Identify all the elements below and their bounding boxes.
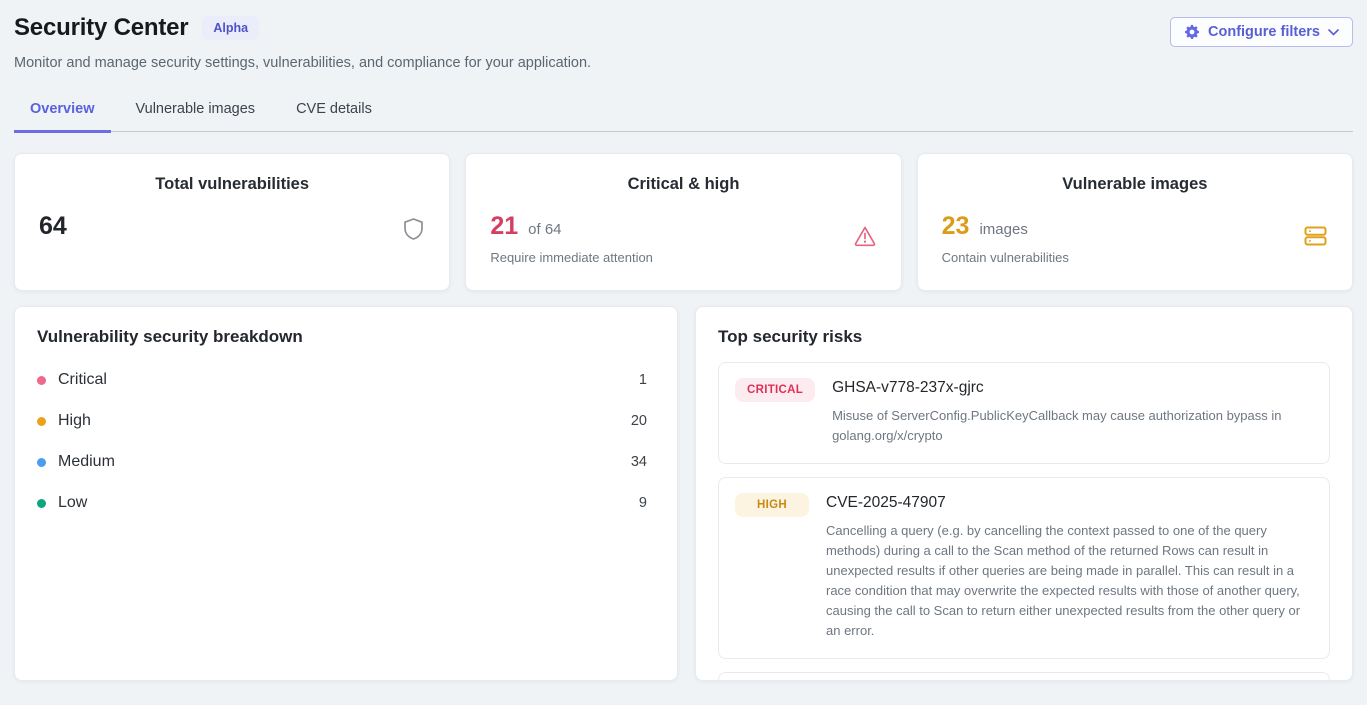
total-vulnerabilities-value: 64 — [39, 212, 67, 241]
configure-filters-button[interactable]: Configure filters — [1170, 17, 1353, 47]
breakdown-value: 20 — [631, 413, 651, 429]
tab-bar: Overview Vulnerable images CVE details — [14, 93, 1353, 132]
stat-value-suffix: of 64 — [528, 221, 561, 238]
vulnerability-breakdown-panel: Vulnerability security breakdown Critica… — [14, 306, 678, 681]
risk-description: Misuse of ServerConfig.PublicKeyCallback… — [832, 406, 1313, 446]
stat-value-suffix: images — [979, 221, 1027, 238]
security-center-page: Security Center Alpha Monitor and manage… — [0, 0, 1367, 681]
lower-panels: Vulnerability security breakdown Critica… — [14, 306, 1353, 681]
stat-card-subtitle: Contain vulnerabilities — [942, 250, 1069, 265]
shield-icon — [402, 217, 425, 246]
risk-item-ghsa-v778[interactable]: CRITICAL GHSA-v778-237x-gjrc Misuse of S… — [718, 362, 1330, 464]
tab-cve-details[interactable]: CVE details — [280, 93, 388, 133]
risk-item-cve-2025-9086[interactable]: HIGH CVE-2025-9086 — [718, 672, 1330, 681]
configure-filters-label: Configure filters — [1208, 24, 1320, 40]
top-risks-panel-title: Top security risks — [718, 327, 1330, 347]
high-dot-icon — [37, 417, 46, 426]
stat-card-row: Total vulnerabilities 64 Critical & high — [14, 153, 1353, 291]
breakdown-label: Low — [58, 494, 639, 512]
chevron-down-icon — [1328, 29, 1339, 36]
breakdown-row-high: High 20 — [37, 404, 655, 438]
medium-dot-icon — [37, 458, 46, 467]
vulnerable-images-value: 23 — [942, 212, 970, 241]
breakdown-label: High — [58, 412, 631, 430]
risk-list: CRITICAL GHSA-v778-237x-gjrc Misuse of S… — [718, 362, 1330, 681]
top-security-risks-panel: Top security risks CRITICAL GHSA-v778-23… — [695, 306, 1353, 681]
risk-id: CVE-2025-47907 — [826, 494, 1313, 512]
critical-dot-icon — [37, 376, 46, 385]
warning-triangle-icon — [853, 224, 877, 253]
stat-card-total-vulnerabilities: Total vulnerabilities 64 — [14, 153, 450, 291]
breakdown-row-medium: Medium 34 — [37, 445, 655, 479]
risk-description: Cancelling a query (e.g. by cancelling t… — [826, 521, 1313, 641]
stat-card-title: Vulnerable images — [942, 175, 1328, 194]
page-subtitle: Monitor and manage security settings, vu… — [14, 55, 591, 71]
tab-overview[interactable]: Overview — [14, 93, 111, 133]
stat-card-title: Total vulnerabilities — [39, 175, 425, 194]
breakdown-panel-title: Vulnerability security breakdown — [37, 327, 655, 347]
stat-card-vulnerable-images: Vulnerable images 23 images Contain vuln… — [917, 153, 1353, 291]
page-header: Security Center Alpha Monitor and manage… — [14, 14, 1353, 71]
critical-high-value: 21 — [490, 212, 518, 241]
stat-card-subtitle — [39, 250, 77, 251]
stat-card-critical-high: Critical & high 21 of 64 Require immedia… — [465, 153, 901, 291]
server-stack-icon — [1303, 224, 1328, 253]
severity-badge-high: HIGH — [735, 493, 809, 517]
breakdown-value: 9 — [639, 495, 651, 511]
breakdown-label: Critical — [58, 371, 639, 389]
tab-vulnerable-images[interactable]: Vulnerable images — [120, 93, 272, 133]
breakdown-label: Medium — [58, 453, 631, 471]
stat-card-title: Critical & high — [490, 175, 876, 194]
breakdown-list: Critical 1 High 20 Medium 34 Low 9 — [37, 363, 655, 520]
stat-card-subtitle: Require immediate attention — [490, 250, 653, 265]
risk-id: GHSA-v778-237x-gjrc — [832, 379, 1313, 397]
page-title: Security Center — [14, 14, 188, 42]
low-dot-icon — [37, 499, 46, 508]
breakdown-row-critical: Critical 1 — [37, 363, 655, 397]
severity-badge-critical: CRITICAL — [735, 378, 815, 402]
gear-icon — [1184, 24, 1200, 40]
alpha-badge: Alpha — [202, 16, 259, 40]
breakdown-value: 1 — [639, 372, 651, 388]
risk-item-cve-2025-47907[interactable]: HIGH CVE-2025-47907 Cancelling a query (… — [718, 477, 1330, 659]
breakdown-value: 34 — [631, 454, 651, 470]
breakdown-row-low: Low 9 — [37, 486, 655, 520]
